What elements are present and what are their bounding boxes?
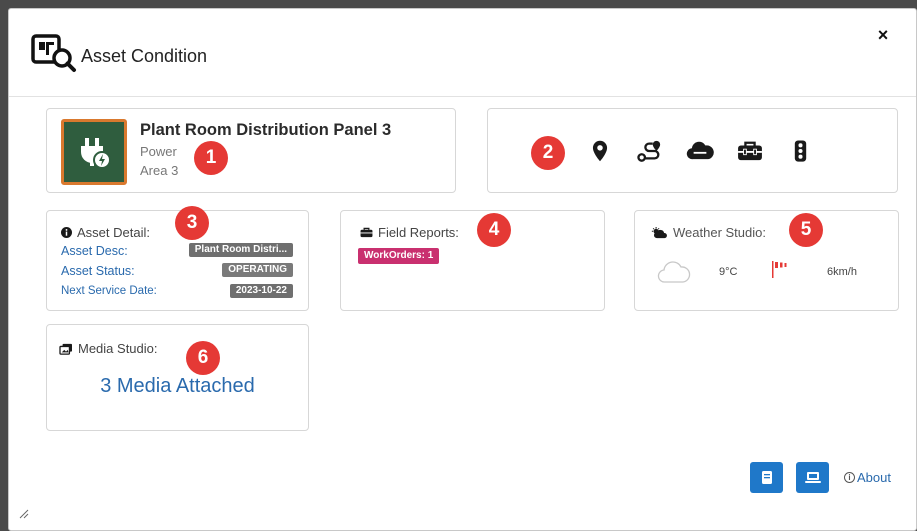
report-button[interactable] xyxy=(750,462,783,493)
location-icon[interactable] xyxy=(586,137,614,165)
book-icon xyxy=(761,471,772,484)
annotation-badge-2: 2 xyxy=(531,136,565,170)
asset-status-label: Asset Status: xyxy=(61,264,135,278)
cloud-icon[interactable] xyxy=(686,137,714,165)
traffic-light-icon[interactable] xyxy=(786,137,814,165)
asset-type: Power xyxy=(140,144,177,159)
about-link[interactable]: i About xyxy=(844,470,891,485)
annotation-badge-3: 3 xyxy=(175,206,209,240)
media-title: Media Studio: xyxy=(78,341,158,356)
annotation-badge-6: 6 xyxy=(186,341,220,375)
asset-condition-dialog: Asset Condition × Plant Room Distributio… xyxy=(8,8,917,531)
asset-area: Area 3 xyxy=(140,163,179,178)
cloud-sun-icon xyxy=(651,226,667,238)
weather-title: Weather Studio: xyxy=(673,225,766,240)
images-icon xyxy=(59,343,72,355)
media-studio-card: Media Studio: 6 3 Media Attached xyxy=(46,324,309,431)
media-heading: Media Studio: xyxy=(59,341,158,356)
info-circle-icon xyxy=(61,227,72,238)
field-reports-title: Field Reports: xyxy=(378,225,459,240)
monitor-button[interactable] xyxy=(796,462,829,493)
dialog-header: Asset Condition × xyxy=(9,9,916,97)
wind-speed-value: 6km/h xyxy=(827,266,857,278)
asset-detail-card: Asset Detail: 3 Asset Desc: Plant Room D… xyxy=(46,206,309,311)
asset-status-badge: OPERATING xyxy=(222,263,293,277)
asset-desc-label: Asset Desc: xyxy=(61,244,128,258)
asset-summary-card: Plant Room Distribution Panel 3 Power Ar… xyxy=(46,108,456,193)
cloudy-weather-icon xyxy=(657,261,691,283)
weather-readings: 9°C 6km/h xyxy=(635,260,898,286)
asset-search-icon xyxy=(31,34,76,72)
field-reports-card: Field Reports: 4 WorkOrders: 1 xyxy=(340,210,605,311)
next-service-date: 2023-10-22 xyxy=(229,284,293,298)
asset-detail-heading: Asset Detail: xyxy=(61,225,150,240)
weather-heading: Weather Studio: xyxy=(651,225,766,240)
close-button[interactable]: × xyxy=(873,25,893,45)
annotation-badge-4: 4 xyxy=(477,213,511,247)
info-icon: i xyxy=(844,472,855,483)
laptop-icon xyxy=(804,472,821,483)
temperature-value: 9°C xyxy=(719,266,738,278)
windsock-icon xyxy=(772,261,787,278)
annotation-badge-5: 5 xyxy=(789,213,823,247)
field-reports-heading: Field Reports: xyxy=(360,225,459,240)
resize-grip-icon[interactable] xyxy=(19,509,29,519)
asset-detail-title: Asset Detail: xyxy=(77,225,150,240)
tool-icon-bar xyxy=(586,137,814,165)
asset-tools-card: 2 xyxy=(487,108,898,193)
asset-desc-value: Plant Room Distri... xyxy=(188,243,293,257)
dialog-title: Asset Condition xyxy=(81,46,208,66)
weather-card: Weather Studio: 5 9°C 6km/h xyxy=(634,210,899,311)
about-label: About xyxy=(857,470,891,485)
toolbox-small-icon xyxy=(360,227,373,238)
annotation-badge-1: 1 xyxy=(194,141,228,175)
toolbox-icon[interactable] xyxy=(736,137,764,165)
asset-name: Plant Room Distribution Panel 3 xyxy=(140,121,392,139)
media-attached-link[interactable]: 3 Media Attached xyxy=(47,375,308,398)
route-icon[interactable] xyxy=(636,137,664,165)
workorders-badge[interactable]: WorkOrders: 1 xyxy=(358,248,440,264)
next-service-label: Next Service Date: xyxy=(61,285,157,297)
power-plug-icon xyxy=(61,119,127,185)
